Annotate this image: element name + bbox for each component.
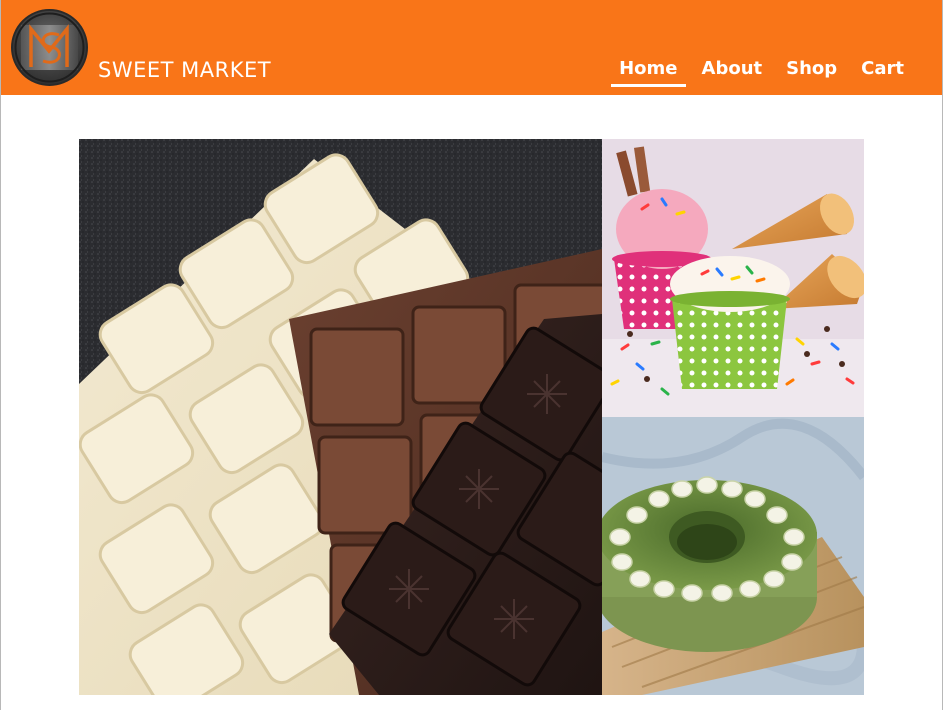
- brand-name[interactable]: SWEET MARKET: [98, 58, 271, 82]
- main-nav: Home About Shop Cart: [611, 58, 908, 87]
- nav-cart-link[interactable]: Cart: [857, 58, 908, 85]
- hero-gallery: [79, 139, 864, 695]
- nav-shop-link[interactable]: Shop: [782, 58, 841, 85]
- nav-home-link[interactable]: Home: [611, 58, 686, 87]
- matcha-cake-image: [602, 417, 864, 695]
- logo-icon[interactable]: [11, 9, 88, 86]
- site-header: SWEET MARKET Home About Shop Cart: [1, 0, 942, 95]
- nav-about-link[interactable]: About: [698, 58, 767, 85]
- chocolate-bars-image: [79, 139, 602, 695]
- ice-cream-image: [602, 139, 864, 417]
